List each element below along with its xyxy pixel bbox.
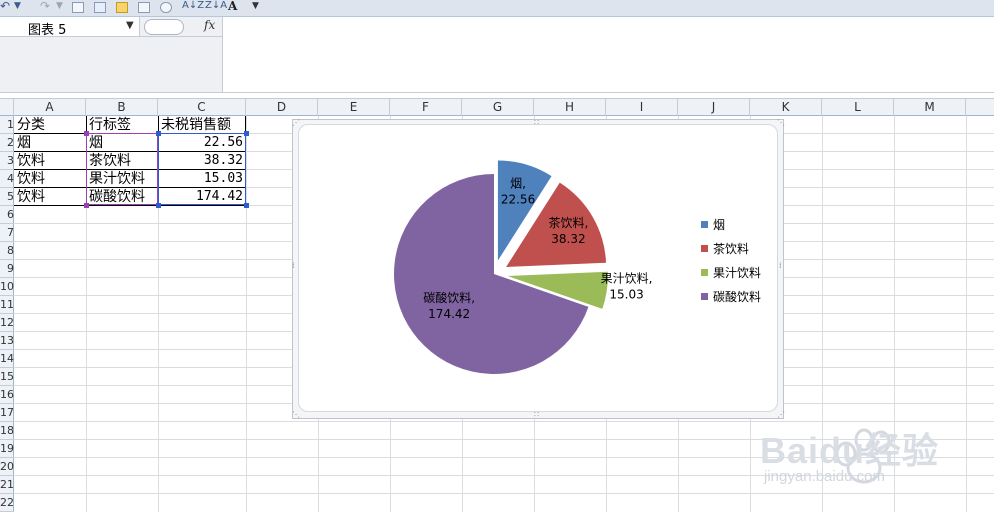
row-header[interactable]: 8	[0, 242, 14, 260]
row-header[interactable]: 22	[0, 494, 14, 512]
row-header[interactable]: 20	[0, 458, 14, 476]
font-color-icon[interactable]: A	[228, 0, 237, 14]
insert-function-button[interactable]: fx	[204, 18, 215, 32]
sort-desc-icon[interactable]: Z↓A	[205, 0, 227, 14]
column-header-d[interactable]: D	[246, 99, 318, 116]
range-handle[interactable]	[156, 131, 161, 136]
row-header[interactable]: 21	[0, 476, 14, 494]
borders-icon[interactable]	[72, 2, 84, 13]
undo-icon[interactable]: ↶	[0, 0, 10, 14]
row-header[interactable]: 12	[0, 314, 14, 332]
legend-key-3	[701, 269, 708, 276]
legend-key-2	[701, 245, 708, 252]
column-header-l[interactable]: L	[822, 99, 894, 116]
redo-dropdown-icon[interactable]: ▼	[56, 0, 63, 14]
watermark-subtext: jingyan.baidu.com	[764, 468, 885, 485]
row-header[interactable]: 19	[0, 440, 14, 458]
cell-c1[interactable]: 未税销售额	[158, 116, 246, 134]
row-header[interactable]: 9	[0, 260, 14, 278]
print-icon[interactable]	[138, 2, 150, 13]
column-header-k[interactable]: K	[750, 99, 822, 116]
column-header-a[interactable]: A	[14, 99, 86, 116]
row-header[interactable]: 17	[0, 404, 14, 422]
row-headers: 1 2 3 4 5 6 7 8 9 10 11 12 13 14 15 16 1…	[0, 116, 14, 512]
select-all-corner[interactable]	[0, 99, 14, 116]
column-header-g[interactable]: G	[462, 99, 534, 116]
column-header-h[interactable]: H	[534, 99, 606, 116]
legend-key-4	[701, 293, 708, 300]
resize-handle-bottom[interactable]: ∷	[534, 411, 539, 419]
row-header[interactable]: 14	[0, 350, 14, 368]
data-label-3: 果汁饮料, 15.03	[601, 272, 653, 302]
resize-handle-corner[interactable]: ⋱	[777, 119, 785, 127]
redo-icon[interactable]: ↷	[40, 0, 50, 14]
cell-b1[interactable]: 行标签	[86, 116, 158, 134]
more-icon[interactable]: ▼	[252, 0, 259, 14]
column-header-j[interactable]: J	[678, 99, 750, 116]
formula-input[interactable]	[222, 17, 994, 93]
formula-cancel-enter-area[interactable]	[144, 19, 184, 35]
column-headers: A B C D E F G H I J K L M	[0, 98, 994, 116]
row-header[interactable]: 11	[0, 296, 14, 314]
folder-icon[interactable]	[116, 2, 128, 13]
name-box[interactable]	[0, 17, 140, 37]
row-header[interactable]: 6	[0, 206, 14, 224]
row-header[interactable]: 13	[0, 332, 14, 350]
range-handle[interactable]	[244, 203, 249, 208]
name-box-value: 图表 5	[28, 23, 67, 38]
row-header[interactable]: 10	[0, 278, 14, 296]
row-header[interactable]: 3	[0, 152, 14, 170]
row-header[interactable]: 5	[0, 188, 14, 206]
row-header[interactable]: 7	[0, 224, 14, 242]
legend-label-3[interactable]: 果汁饮料	[713, 266, 761, 280]
column-header-c[interactable]: C	[158, 99, 246, 116]
category-range-highlight	[86, 133, 158, 205]
range-handle[interactable]	[84, 131, 89, 136]
chart-icon[interactable]	[94, 2, 106, 13]
chart-area[interactable]: 烟, 22.56 茶饮料, 38.32 果汁饮料, 15.03 碳酸饮料, 174.42 烟茶饮…	[298, 124, 778, 412]
name-box-dropdown-icon[interactable]: ▼	[126, 20, 134, 31]
column-header-e[interactable]: E	[318, 99, 390, 116]
sort-asc-icon[interactable]: A↓Z	[182, 0, 204, 14]
column-header-f[interactable]: F	[390, 99, 462, 116]
column-header-i[interactable]: I	[606, 99, 678, 116]
resize-handle-left[interactable]: ⁞	[292, 262, 295, 270]
column-header-m[interactable]: M	[894, 99, 966, 116]
range-handle[interactable]	[244, 131, 249, 136]
cell-a5[interactable]: 饮料	[14, 188, 86, 206]
resize-handle-right[interactable]: ⁞	[779, 262, 782, 270]
resize-handle-corner[interactable]: ⋱	[292, 411, 300, 419]
undo-dropdown-icon[interactable]: ▼	[14, 0, 21, 14]
pie-chart[interactable]: 烟, 22.56茶饮料, 38.32果汁饮料, 15.03碳酸饮料, 174.42烟茶饮…	[299, 125, 777, 411]
value-range-highlight	[158, 133, 246, 205]
row-header[interactable]: 4	[0, 170, 14, 188]
column-header-b[interactable]: B	[86, 99, 158, 116]
row-header[interactable]: 2	[0, 134, 14, 152]
range-handle[interactable]	[156, 203, 161, 208]
legend-key-1	[701, 221, 708, 228]
range-handle[interactable]	[84, 203, 89, 208]
cell-a2[interactable]: 烟	[14, 134, 86, 152]
row-header[interactable]: 15	[0, 368, 14, 386]
watermark-text: Baidu经验	[760, 430, 940, 471]
name-box-expanded-area	[0, 37, 222, 93]
cell-a4[interactable]: 饮料	[14, 170, 86, 188]
watermark: Baidu经验 jingyan.baidu.com	[760, 418, 994, 512]
legend-label-4[interactable]: 碳酸饮料	[713, 289, 761, 304]
legend-label-1[interactable]: 烟	[713, 218, 725, 232]
row-header[interactable]: 1	[0, 116, 14, 134]
cell-a3[interactable]: 饮料	[14, 152, 86, 170]
cell-a1[interactable]: 分类	[14, 116, 86, 134]
row-header[interactable]: 18	[0, 422, 14, 440]
print-preview-icon[interactable]	[160, 2, 172, 13]
row-header[interactable]: 16	[0, 386, 14, 404]
legend-label-2[interactable]: 茶饮料	[713, 241, 749, 256]
